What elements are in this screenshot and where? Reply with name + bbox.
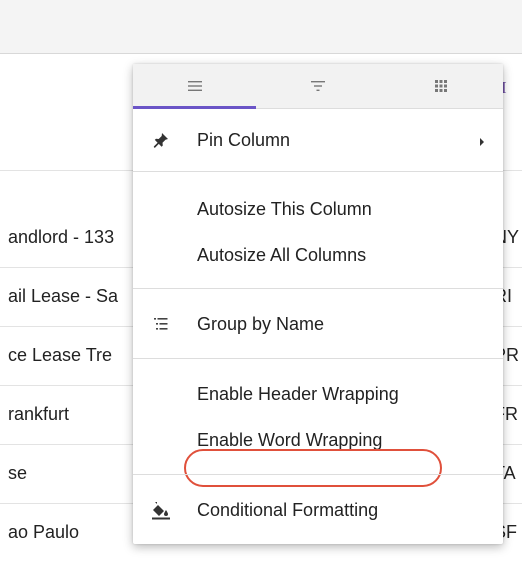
menu-item-label: Conditional Formatting bbox=[197, 500, 379, 520]
menu-item-autosize-all-columns[interactable]: Autosize All Columns bbox=[133, 235, 503, 275]
toolbar-band bbox=[0, 0, 522, 54]
menu-item-enable-word-wrapping[interactable]: Enable Word Wrapping bbox=[133, 420, 503, 460]
menu-item-autosize-this-column[interactable]: Autosize This Column bbox=[133, 189, 503, 229]
menu-item-label: Enable Header Wrapping bbox=[197, 384, 399, 404]
tab-columns[interactable] bbox=[379, 64, 502, 108]
menu-separator bbox=[133, 474, 503, 475]
table-cell[interactable]: ao Paulo bbox=[8, 522, 138, 543]
menu-item-label: Group by Name bbox=[197, 314, 325, 334]
column-menu: Pin Column Autosize This Column Autosize… bbox=[133, 64, 503, 544]
paint-bucket-icon bbox=[149, 498, 173, 522]
menu-separator bbox=[133, 171, 503, 172]
submenu-arrow-icon bbox=[479, 134, 485, 152]
pin-icon bbox=[149, 128, 173, 152]
menu-item-pin-column[interactable]: Pin Column bbox=[133, 120, 503, 160]
menu-item-label: Enable Word Wrapping bbox=[197, 430, 383, 450]
tab-general[interactable] bbox=[133, 64, 256, 109]
menu-item-label: Autosize This Column bbox=[197, 199, 372, 219]
active-tab-indicator bbox=[133, 106, 256, 109]
menu-separator bbox=[133, 358, 503, 359]
table-cell[interactable]: rankfurt bbox=[8, 404, 138, 425]
tab-filter[interactable] bbox=[256, 64, 379, 108]
menu-lines-icon bbox=[187, 81, 202, 91]
column-menu-tabs bbox=[133, 64, 503, 109]
menu-separator bbox=[133, 288, 503, 289]
group-icon bbox=[149, 312, 173, 336]
table-cell[interactable]: se bbox=[8, 463, 138, 484]
menu-item-label: Pin Column bbox=[197, 130, 291, 150]
menu-item-group-by-name[interactable]: Group by Name bbox=[133, 304, 503, 344]
columns-grid-icon bbox=[434, 80, 447, 92]
menu-item-conditional-formatting[interactable]: Conditional Formatting bbox=[133, 490, 503, 530]
menu-item-enable-header-wrapping[interactable]: Enable Header Wrapping bbox=[133, 374, 503, 414]
filter-icon bbox=[310, 81, 325, 91]
menu-item-label: Autosize All Columns bbox=[197, 245, 367, 265]
table-cell[interactable]: ce Lease Tre bbox=[8, 345, 138, 366]
table-cell[interactable]: ail Lease - Sa bbox=[8, 286, 138, 307]
table-cell[interactable]: andlord - 133 bbox=[8, 227, 138, 248]
